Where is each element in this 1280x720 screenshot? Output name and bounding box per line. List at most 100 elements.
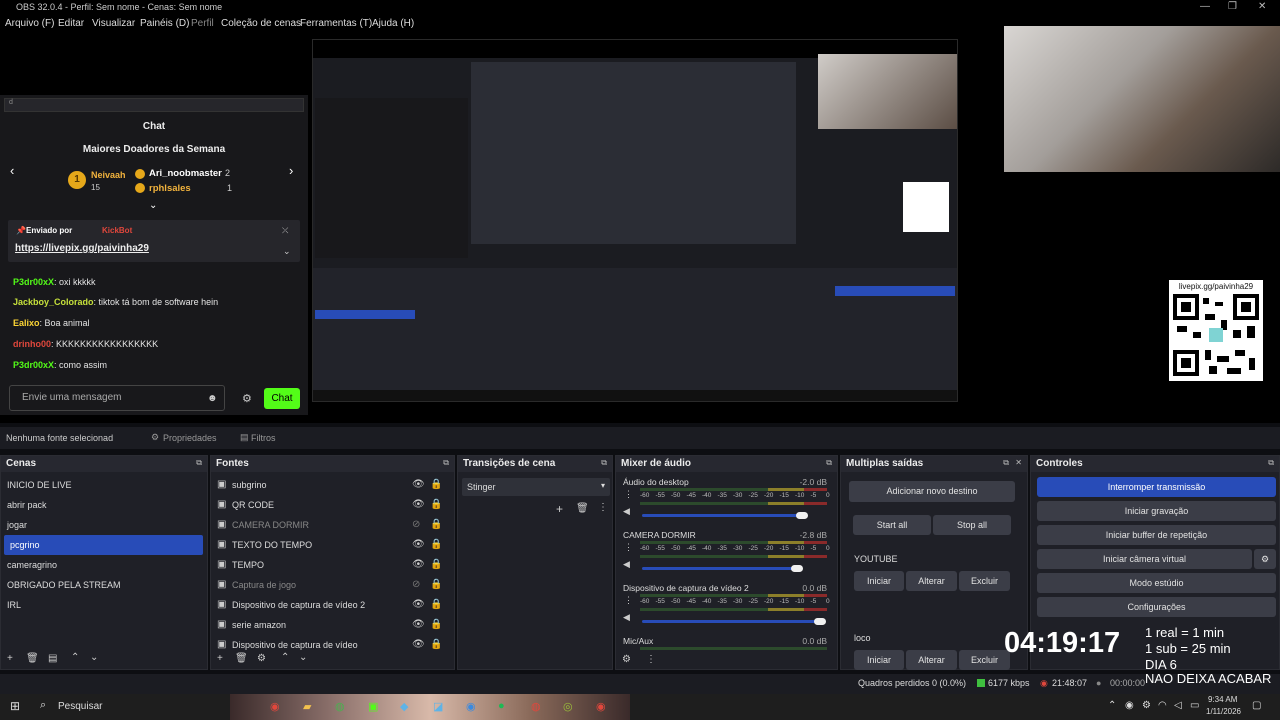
eye-icon[interactable]: 👁 [412, 499, 425, 510]
virtual-camera-button[interactable]: Iniciar câmera virtual [1037, 549, 1252, 569]
chevron-up-icon[interactable]: ⌃ [1108, 700, 1116, 711]
undock-icon[interactable]: ⧉ [443, 458, 449, 468]
emoji-icon[interactable]: ☻ [207, 393, 218, 404]
studio-mode-button[interactable]: Modo estúdio [1037, 573, 1276, 593]
more-icon[interactable]: ⋮ [646, 654, 656, 665]
chat-send-button[interactable]: Chat [264, 388, 300, 409]
speaker-icon[interactable]: ◀ [623, 506, 630, 517]
eye-hidden-icon[interactable]: ⊘ [412, 519, 420, 530]
more-icon[interactable]: ⋮ [598, 502, 608, 513]
scene-item[interactable]: cameragrino [1, 555, 207, 575]
chat-message-input[interactable]: Envie uma mensagem [9, 385, 225, 411]
volume-slider[interactable] [642, 514, 802, 517]
output-start-button[interactable]: Iniciar [854, 650, 904, 670]
menu-help[interactable]: Ajuda (H) [372, 18, 414, 29]
volume-slider-knob[interactable] [814, 618, 826, 625]
trash-icon[interactable]: 🗑 [576, 503, 589, 514]
scene-item[interactable]: abrir pack [1, 495, 207, 515]
replay-buffer-button[interactable]: Iniciar buffer de repetição [1037, 525, 1276, 545]
trash-icon[interactable]: 🗑 [235, 653, 248, 664]
lock-icon[interactable]: 🔒 [430, 599, 442, 610]
source-item[interactable]: ▣ CAMERA DORMIR ⊘ 🔒 [211, 515, 454, 535]
scene-item-selected[interactable]: pcgrino [4, 535, 203, 555]
stop-all-button[interactable]: Stop all [933, 515, 1011, 535]
source-item[interactable]: ▣ TEXTO DO TEMPO 👁 🔒 [211, 535, 454, 555]
tray-icon[interactable]: ⚙ [1142, 700, 1151, 711]
properties-button[interactable]: Propriedades [163, 433, 217, 443]
lock-icon[interactable]: 🔒 [430, 539, 442, 550]
add-destination-button[interactable]: Adicionar novo destino [849, 481, 1015, 502]
output-delete-button[interactable]: Excluir [959, 650, 1010, 670]
eye-icon[interactable]: 👁 [412, 559, 425, 570]
app-icon[interactable]: ◆ [400, 700, 408, 713]
source-item[interactable]: ▣ Dispositivo de captura de vídeo 2 👁 🔒 [211, 595, 454, 615]
app-icon[interactable]: ◪ [433, 700, 443, 713]
filter-icon[interactable]: ▤ [240, 432, 249, 443]
more-icon[interactable]: ⋮ [624, 489, 633, 500]
lock-icon[interactable]: 🔒 [430, 479, 442, 490]
source-item[interactable]: ▣ Captura de jogo ⊘ 🔒 [211, 575, 454, 595]
menu-file[interactable]: Arquivo (F) [5, 18, 54, 29]
folder-icon[interactable]: ▰ [303, 700, 311, 713]
eye-icon[interactable]: 👁 [412, 539, 425, 550]
maximize-icon[interactable]: ❐ [1228, 1, 1237, 12]
app-icon[interactable]: ▣ [368, 700, 378, 713]
output-edit-button[interactable]: Alterar [906, 571, 957, 591]
source-item[interactable]: ▣ Dispositivo de captura de vídeo 👁 🔒 [211, 635, 454, 655]
volume-slider-knob[interactable] [796, 512, 808, 519]
spotify-icon[interactable]: ● [498, 700, 505, 712]
source-item[interactable]: ▣ TEMPO 👁 🔒 [211, 555, 454, 575]
lock-icon[interactable]: 🔒 [430, 499, 442, 510]
source-item[interactable]: ▣ subgrino 👁 🔒 [211, 475, 454, 495]
volume-slider-knob[interactable] [791, 565, 803, 572]
gear-icon[interactable]: ⚙ [257, 653, 266, 664]
volume-slider[interactable] [642, 567, 797, 570]
add-icon[interactable]: + [217, 653, 223, 664]
lock-icon[interactable]: 🔒 [430, 639, 442, 650]
transition-select[interactable]: Stinger ▾ [462, 478, 610, 496]
add-icon[interactable]: + [7, 653, 13, 664]
filters-button[interactable]: Filtros [251, 433, 276, 443]
source-item[interactable]: ▣ serie amazon 👁 🔒 [211, 615, 454, 635]
search-icon[interactable]: ⌕ [40, 699, 46, 712]
unpin-icon[interactable]: ⤫ [282, 226, 288, 236]
app-icon-obs[interactable]: ◉ [270, 700, 280, 713]
eye-icon[interactable]: 👁 [412, 599, 425, 610]
output-edit-button[interactable]: Alterar [906, 650, 957, 670]
undock-icon[interactable]: ⧉ [1268, 458, 1274, 468]
taskbar-search[interactable]: Pesquisar [58, 701, 102, 712]
link-icon[interactable]: ⚙ [622, 654, 631, 665]
volume-icon[interactable]: ◁ [1174, 700, 1182, 711]
app-icon-obs[interactable]: ◉ [596, 700, 606, 713]
chrome-icon[interactable]: ◍ [335, 700, 345, 713]
gear-icon[interactable]: ⚙ [1254, 549, 1276, 569]
battery-icon[interactable]: ▭ [1190, 700, 1199, 711]
minimize-icon[interactable]: — [1200, 1, 1210, 12]
stop-streaming-button[interactable]: Interromper transmissão [1037, 477, 1276, 497]
menu-tools[interactable]: Ferramentas (T) [300, 18, 372, 29]
expand-icon[interactable]: ⌄ [283, 246, 291, 257]
chrome-icon[interactable]: ◍ [531, 700, 541, 713]
undock-icon[interactable]: ⧉ [196, 458, 202, 468]
menu-scene-collection[interactable]: Coleção de cenas [221, 18, 301, 29]
output-start-button[interactable]: Iniciar [854, 571, 904, 591]
menu-edit[interactable]: Editar [58, 18, 84, 29]
lock-icon[interactable]: 🔒 [430, 559, 442, 570]
speaker-icon[interactable]: ◀ [623, 612, 630, 623]
wifi-icon[interactable]: ◠ [1158, 700, 1167, 711]
chevron-up-icon[interactable]: ⌃ [281, 652, 289, 663]
undock-icon[interactable]: ⧉ [826, 458, 832, 468]
eye-icon[interactable]: 👁 [412, 639, 425, 650]
add-icon[interactable]: + [556, 502, 563, 516]
chevron-down-icon[interactable]: ⌄ [90, 652, 98, 663]
filter-icon[interactable]: ▤ [48, 653, 57, 664]
source-item[interactable]: ▣ QR CODE 👁 🔒 [211, 495, 454, 515]
menu-view[interactable]: Visualizar [92, 18, 135, 29]
undock-icon[interactable]: ⧉ [601, 458, 607, 468]
chevron-up-icon[interactable]: ⌃ [71, 652, 79, 663]
eye-icon[interactable]: 👁 [412, 479, 425, 490]
eye-hidden-icon[interactable]: ⊘ [412, 579, 420, 590]
output-delete-button[interactable]: Excluir [959, 571, 1010, 591]
trash-icon[interactable]: 🗑 [26, 653, 39, 664]
chevron-down-icon[interactable]: ⌄ [299, 652, 307, 663]
